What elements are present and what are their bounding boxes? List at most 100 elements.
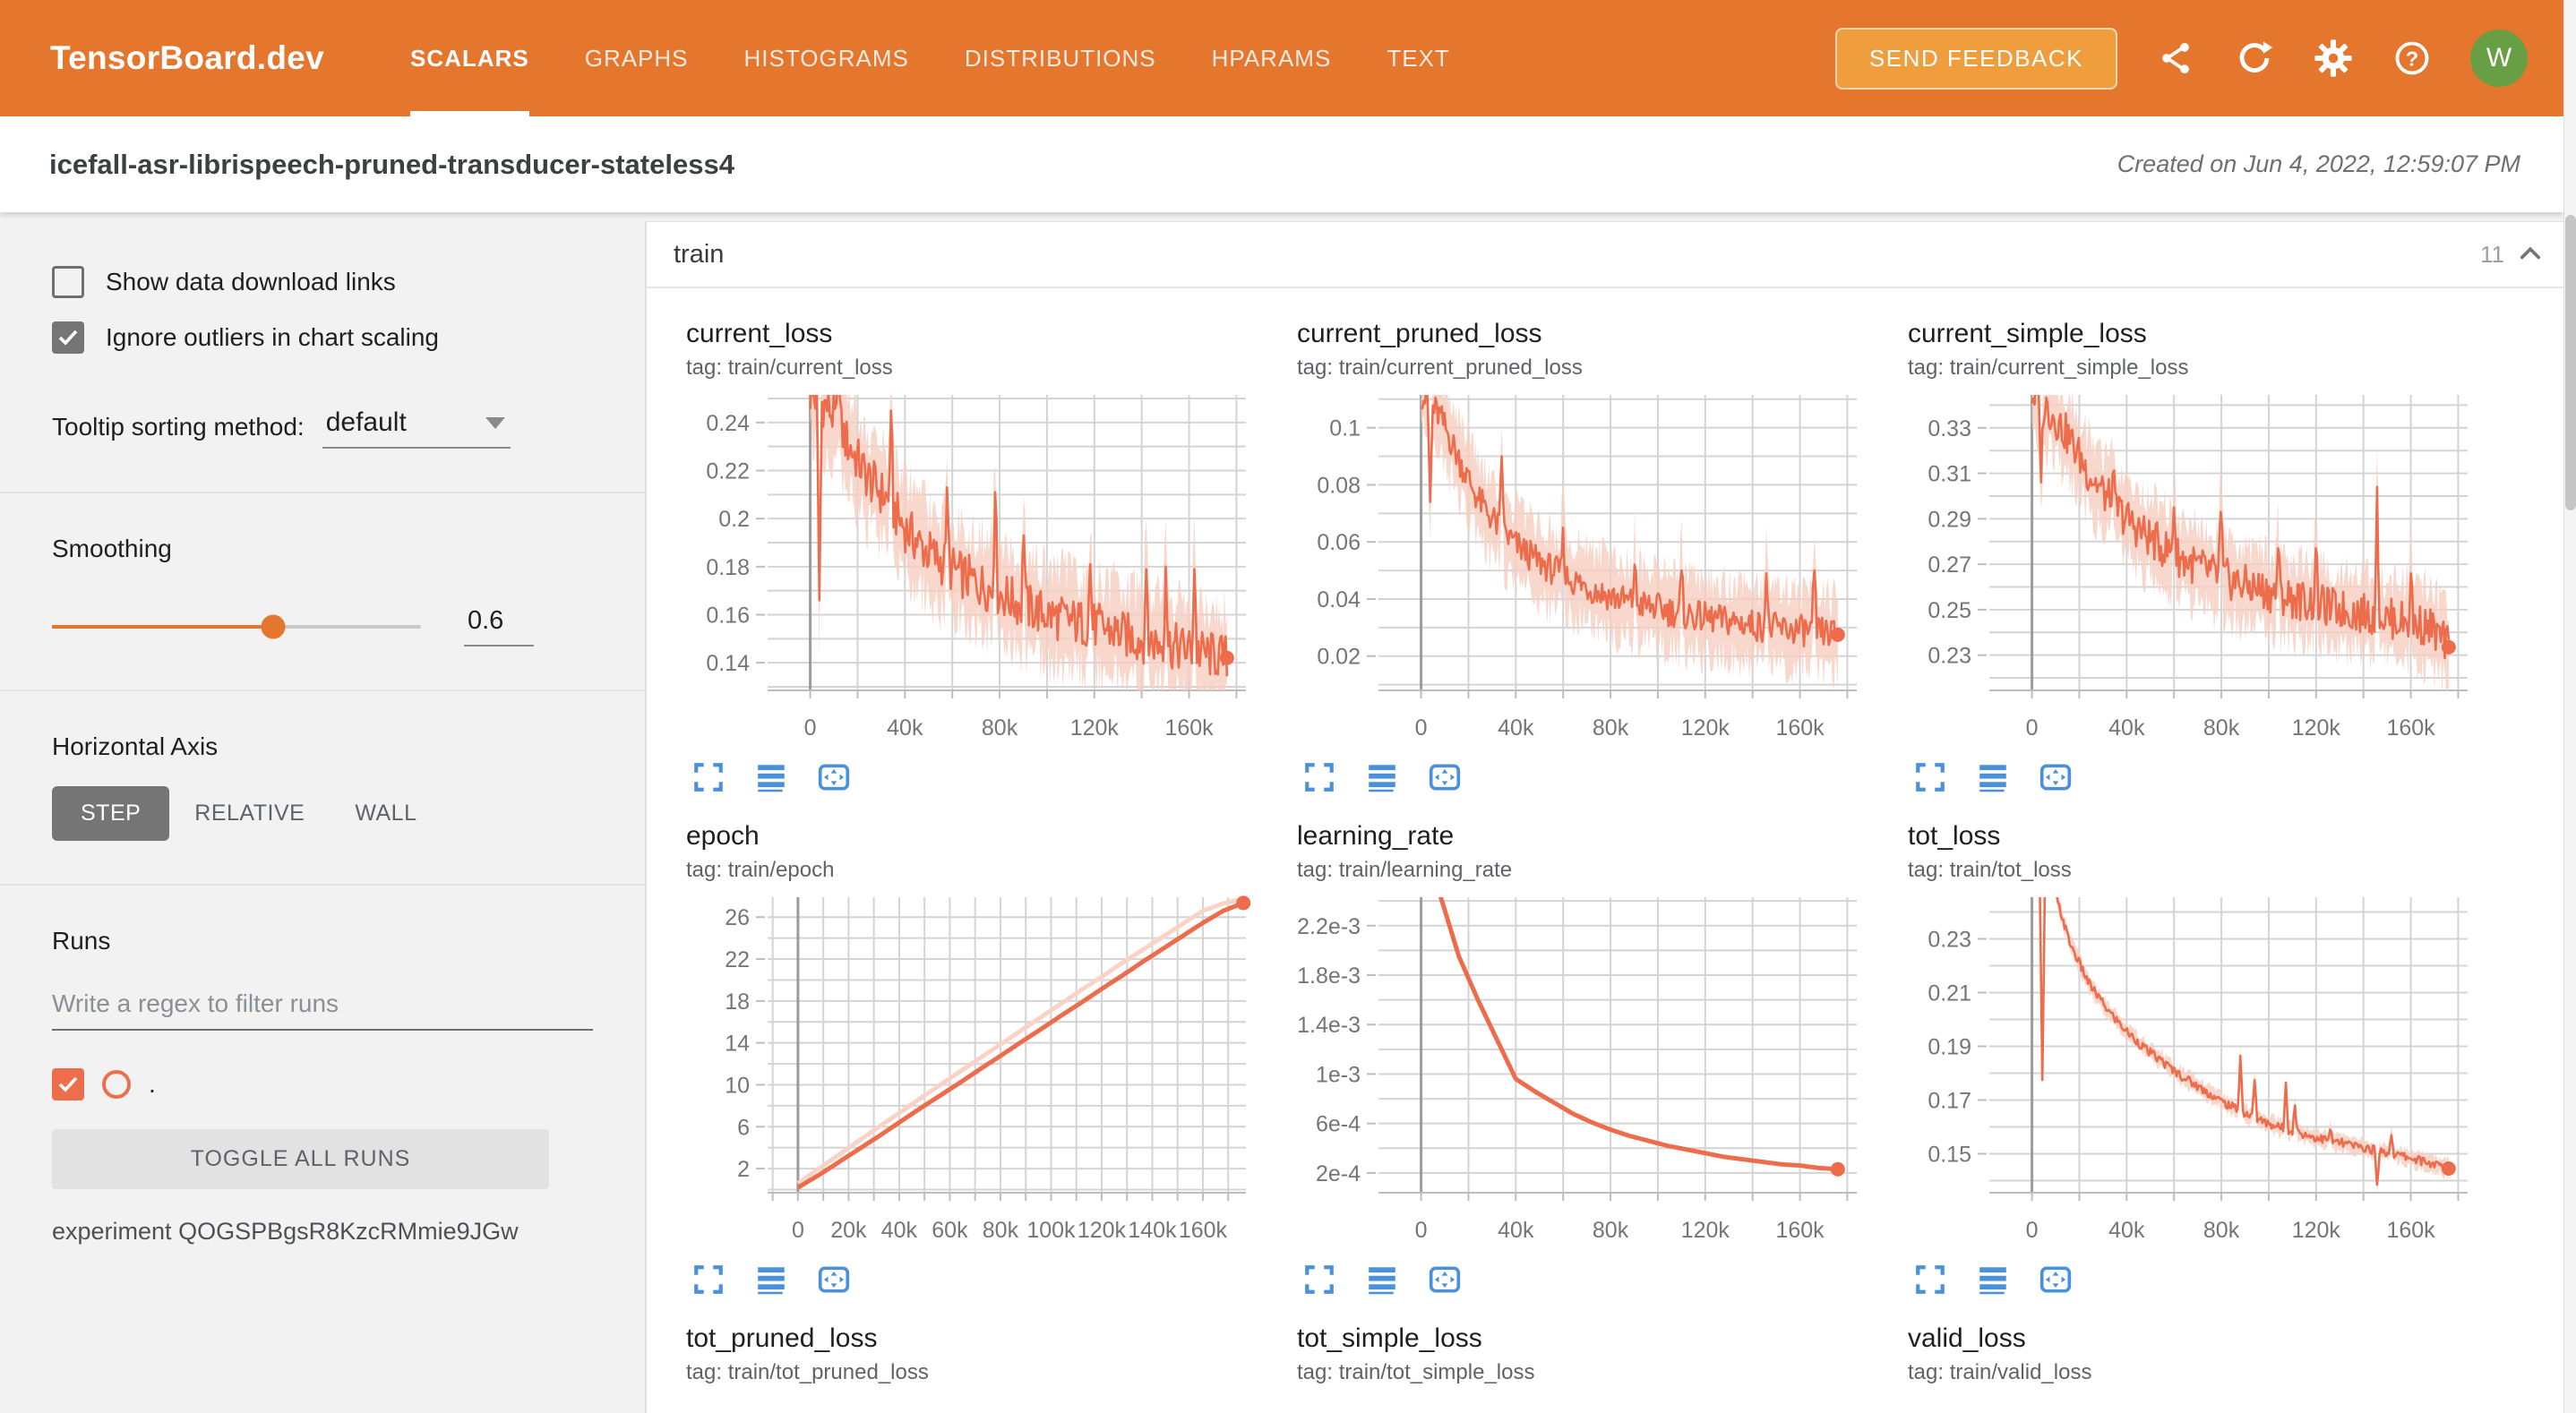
- svg-text:120k: 120k: [2292, 715, 2341, 741]
- fullscreen-icon[interactable]: [1302, 1263, 1336, 1297]
- svg-text:0: 0: [2026, 1218, 2039, 1243]
- tab-hparams[interactable]: HPARAMS: [1212, 0, 1332, 116]
- runs-selector-icon[interactable]: [1365, 1263, 1399, 1297]
- svg-text:0.06: 0.06: [1317, 530, 1361, 555]
- svg-text:0.14: 0.14: [706, 651, 750, 676]
- train-section-card: train 11 current_losstag: train/current_…: [645, 221, 2576, 1413]
- fit-domain-icon[interactable]: [2039, 760, 2073, 794]
- scalar-chart-plot[interactable]: 040k80k120k160k0.150.170.190.210.23: [1886, 892, 2477, 1259]
- tooltip-sorting-dropdown[interactable]: default: [322, 407, 511, 449]
- wall-button[interactable]: WALL: [330, 786, 442, 841]
- slider-fill: [52, 625, 273, 629]
- smoothing-value[interactable]: 0.6: [464, 606, 534, 647]
- svg-text:0.21: 0.21: [1928, 981, 1971, 1006]
- fit-domain-icon[interactable]: [2039, 1263, 2073, 1297]
- svg-text:160k: 160k: [1164, 715, 1214, 741]
- svg-text:2e-4: 2e-4: [1316, 1161, 1361, 1186]
- chart-toolbar: [691, 760, 1275, 794]
- page-scrollbar[interactable]: [2563, 0, 2576, 1413]
- tab-graphs[interactable]: GRAPHS: [585, 0, 689, 116]
- run-checkbox-checked-icon[interactable]: [52, 1068, 84, 1100]
- runs-selector-icon[interactable]: [1365, 760, 1399, 794]
- svg-text:160k: 160k: [2386, 1218, 2435, 1243]
- svg-text:80k: 80k: [982, 715, 1018, 741]
- toggle-all-runs-button[interactable]: TOGGLE ALL RUNS: [52, 1129, 549, 1189]
- chart-toolbar: [1913, 760, 2497, 794]
- smoothing-slider[interactable]: [52, 625, 421, 629]
- show-download-links-checkbox-row[interactable]: Show data download links: [52, 266, 593, 298]
- chart-tag: tag: train/learning_rate: [1297, 858, 1886, 883]
- slider-thumb[interactable]: [262, 614, 286, 638]
- train-section-header[interactable]: train 11: [647, 222, 2576, 287]
- chart-toolbar: [1913, 1263, 2497, 1297]
- fit-domain-icon[interactable]: [1428, 760, 1462, 794]
- svg-text:80k: 80k: [2203, 715, 2240, 741]
- svg-text:40k: 40k: [887, 715, 923, 741]
- tab-distributions[interactable]: DISTRIBUTIONS: [965, 0, 1156, 116]
- refresh-icon[interactable]: [2234, 38, 2275, 79]
- scalar-chart-plot[interactable]: 020k40k60k80k100k120k140k160k26101418222…: [665, 892, 1256, 1259]
- settings-icon[interactable]: [2313, 38, 2354, 79]
- settings-sidebar: Show data download links Ignore outliers…: [0, 212, 645, 1413]
- run-color-circle-icon[interactable]: [102, 1070, 131, 1099]
- fullscreen-icon[interactable]: [691, 1263, 726, 1297]
- experiment-title-bar: icefall-asr-librispeech-pruned-transduce…: [0, 116, 2563, 212]
- svg-text:140k: 140k: [1128, 1218, 1177, 1243]
- chevron-up-icon[interactable]: [2517, 241, 2544, 268]
- svg-text:80k: 80k: [2203, 1218, 2240, 1243]
- share-icon[interactable]: [2155, 38, 2196, 79]
- svg-text:0.22: 0.22: [706, 459, 750, 484]
- step-button[interactable]: STEP: [52, 786, 169, 841]
- runs-selector-icon[interactable]: [754, 1263, 788, 1297]
- chart-title: tot_simple_loss: [1297, 1323, 1886, 1354]
- svg-text:0.27: 0.27: [1928, 552, 1971, 578]
- runs-selector-icon[interactable]: [1976, 760, 2010, 794]
- experiment-id: experiment QOGSPBgsR8KzcRMmie9JGw: [52, 1218, 593, 1246]
- tooltip-sorting-row: Tooltip sorting method: default: [52, 407, 593, 449]
- run-row[interactable]: .: [52, 1068, 593, 1100]
- svg-text:0.24: 0.24: [706, 411, 750, 436]
- tab-text[interactable]: TEXT: [1387, 0, 1449, 116]
- svg-text:120k: 120k: [1070, 715, 1120, 741]
- svg-text:18: 18: [725, 989, 750, 1015]
- fit-domain-icon[interactable]: [817, 760, 851, 794]
- fullscreen-icon[interactable]: [1302, 760, 1336, 794]
- tab-scalars[interactable]: SCALARS: [410, 0, 529, 116]
- chart-title: valid_loss: [1908, 1323, 2497, 1354]
- checkbox-unchecked-icon[interactable]: [52, 266, 84, 298]
- scalar-chart-plot[interactable]: 040k80k120k160k0.020.040.060.080.1: [1275, 390, 1867, 757]
- fit-domain-icon[interactable]: [1428, 1263, 1462, 1297]
- runs-selector-icon[interactable]: [1976, 1263, 2010, 1297]
- scrollbar-thumb[interactable]: [2565, 215, 2576, 510]
- chart-title: learning_rate: [1297, 821, 1886, 852]
- chart-tag: tag: train/tot_loss: [1908, 858, 2497, 883]
- send-feedback-button[interactable]: SEND FEEDBACK: [1835, 28, 2117, 90]
- chart-card: epochtag: train/epoch020k40k60k80k100k12…: [665, 821, 1275, 1297]
- svg-text:10: 10: [725, 1073, 750, 1098]
- runs-regex-input[interactable]: [52, 989, 593, 1031]
- horizontal-axis-label: Horizontal Axis: [52, 732, 593, 761]
- chart-card: current_pruned_losstag: train/current_pr…: [1275, 319, 1886, 794]
- nav-tabs: SCALARS GRAPHS HISTOGRAMS DISTRIBUTIONS …: [410, 0, 1506, 116]
- tab-histograms[interactable]: HISTOGRAMS: [744, 0, 909, 116]
- app-logo: TensorBoard.dev: [50, 0, 324, 116]
- fullscreen-icon[interactable]: [1913, 1263, 1947, 1297]
- runs-selector-icon[interactable]: [754, 760, 788, 794]
- scalar-chart-plot[interactable]: 040k80k120k160k0.140.160.180.20.220.24: [665, 390, 1256, 757]
- svg-text:0.16: 0.16: [706, 603, 750, 628]
- relative-button[interactable]: RELATIVE: [169, 786, 330, 841]
- fullscreen-icon[interactable]: [1913, 760, 1947, 794]
- svg-text:160k: 160k: [1775, 1218, 1825, 1243]
- help-icon[interactable]: ?: [2391, 38, 2433, 79]
- svg-text:0.15: 0.15: [1928, 1143, 1971, 1168]
- checkbox-checked-icon[interactable]: [52, 321, 84, 354]
- svg-text:0.02: 0.02: [1317, 645, 1361, 670]
- ignore-outliers-checkbox-row[interactable]: Ignore outliers in chart scaling: [52, 321, 593, 354]
- fullscreen-icon[interactable]: [691, 760, 726, 794]
- svg-text:0.2: 0.2: [718, 507, 750, 532]
- avatar[interactable]: W: [2470, 30, 2528, 87]
- fit-domain-icon[interactable]: [817, 1263, 851, 1297]
- chart-toolbar: [1302, 1263, 1886, 1297]
- scalar-chart-plot[interactable]: 040k80k120k160k2e-46e-41e-31.4e-31.8e-32…: [1275, 892, 1867, 1259]
- scalar-chart-plot[interactable]: 040k80k120k160k0.230.250.270.290.310.33: [1886, 390, 2477, 757]
